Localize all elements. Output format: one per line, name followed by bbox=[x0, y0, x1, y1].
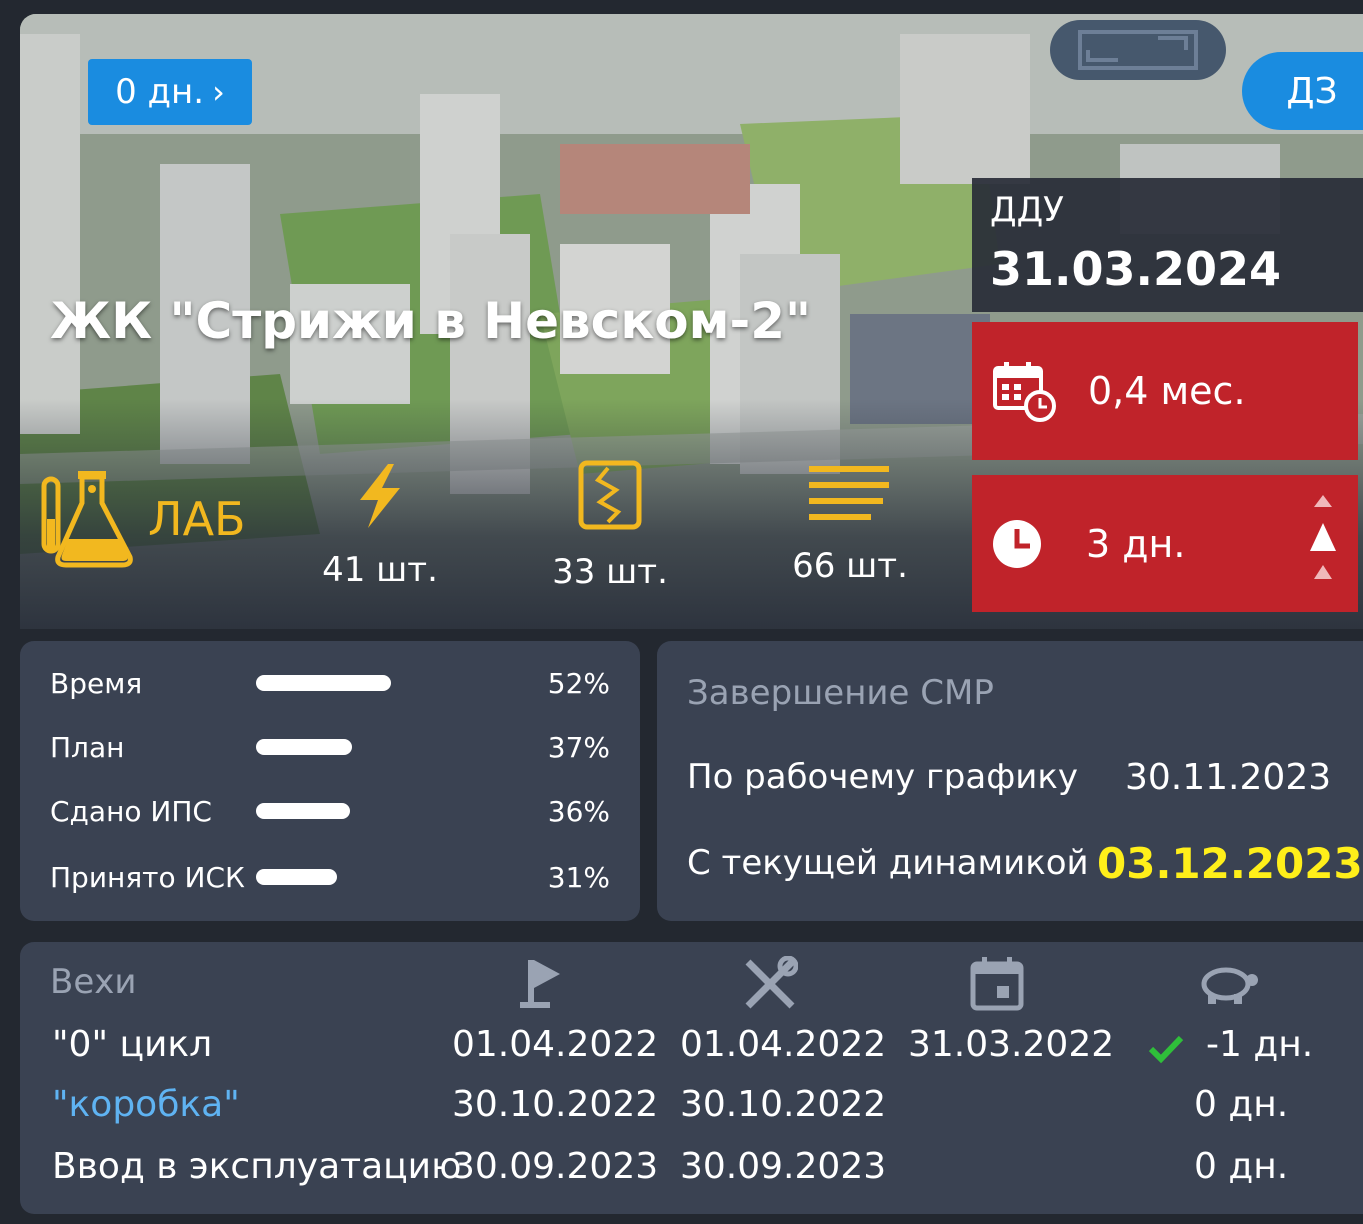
progress-track bbox=[256, 869, 506, 885]
lab-label: ЛАБ bbox=[148, 492, 246, 546]
progress-label: Время bbox=[50, 666, 143, 700]
milestone-work-date: 01.04.2022 bbox=[680, 1024, 887, 1065]
milestone-name-link[interactable]: "коробка" bbox=[52, 1084, 240, 1125]
progress-track bbox=[256, 739, 506, 755]
progress-label: План bbox=[50, 730, 125, 764]
trend-up-icon bbox=[1310, 495, 1336, 579]
fullscreen-icon bbox=[1078, 30, 1198, 70]
lines-list-icon bbox=[809, 466, 889, 520]
milestone-plan-date: 30.09.2023 bbox=[452, 1146, 659, 1187]
progress-row-plan: План 37% bbox=[50, 727, 610, 767]
milestone-actual-date: 31.03.2022 bbox=[908, 1024, 1115, 1065]
smr-title: Завершение СМР bbox=[687, 673, 994, 713]
calendar-icon bbox=[970, 957, 1024, 1011]
progress-percent: 36% bbox=[547, 794, 610, 828]
turtle-icon bbox=[1201, 967, 1258, 1004]
milestones-title: Вехи bbox=[50, 962, 137, 1002]
cracked-wall-icon bbox=[578, 460, 642, 530]
progress-row-ips: Сдано ИПС 36% bbox=[50, 791, 610, 831]
smr-dynamics-date: 03.12.2023 bbox=[1097, 839, 1363, 888]
dz-button[interactable]: ДЗ bbox=[1242, 52, 1363, 130]
milestone-work-date: 30.09.2023 bbox=[680, 1146, 887, 1187]
lightning-icon bbox=[360, 464, 400, 528]
lab-indicator[interactable]: ЛАБ bbox=[40, 469, 246, 569]
stat-cracks-value: 33 шт. bbox=[552, 552, 668, 592]
milestones-panel: Вехи "0" цикл 01.04.2022 01.04.2022 31.0… bbox=[20, 942, 1363, 1214]
progress-bar bbox=[256, 803, 350, 819]
stat-lightning[interactable]: 41 шт. bbox=[320, 464, 440, 590]
milestone-delta: -1 дн. bbox=[1206, 1024, 1314, 1065]
smr-schedule-date: 30.11.2023 bbox=[1125, 757, 1332, 798]
delay-months-card[interactable]: 0,4 мес. bbox=[972, 322, 1358, 460]
progress-percent: 37% bbox=[547, 730, 610, 764]
smr-schedule-label: По рабочему графику bbox=[687, 757, 1079, 797]
ddu-card: ДДУ 31.03.2024 bbox=[972, 178, 1363, 312]
milestone-delta: 0 дн. bbox=[1194, 1146, 1289, 1187]
progress-bar bbox=[256, 869, 337, 885]
milestone-work-date: 30.10.2022 bbox=[680, 1084, 887, 1125]
progress-percent: 52% bbox=[547, 666, 610, 700]
delay-days-value: 3 дн. bbox=[1086, 521, 1186, 566]
milestone-name: Ввод в эксплуатацию bbox=[52, 1146, 462, 1187]
ddu-date: 31.03.2024 bbox=[990, 242, 1282, 296]
stat-lines-value: 66 шт. bbox=[792, 546, 908, 586]
stat-lightning-value: 41 шт. bbox=[322, 550, 438, 590]
milestone-delta: 0 дн. bbox=[1194, 1084, 1289, 1125]
progress-bar bbox=[256, 739, 353, 755]
lab-flask-icon bbox=[41, 471, 133, 568]
milestone-plan-date: 01.04.2022 bbox=[452, 1024, 659, 1065]
progress-row-time: Время 52% bbox=[50, 663, 610, 703]
flag-icon bbox=[520, 960, 560, 1008]
progress-track bbox=[256, 675, 506, 691]
clock-icon bbox=[993, 519, 1041, 568]
progress-label: Принято ИСК bbox=[50, 860, 245, 894]
days-button[interactable]: 0 дн. › bbox=[88, 59, 252, 125]
smr-completion-panel: Завершение СМР По рабочему графику 30.11… bbox=[657, 641, 1363, 921]
dz-button-label: ДЗ bbox=[1286, 70, 1338, 112]
fullscreen-button[interactable] bbox=[1050, 20, 1226, 80]
milestone-name: "0" цикл bbox=[52, 1024, 213, 1065]
smr-dynamics-label: С текущей динамикой bbox=[687, 843, 1089, 883]
progress-bar bbox=[256, 675, 392, 691]
ddu-label: ДДУ bbox=[990, 190, 1064, 230]
stat-cracks[interactable]: 33 шт. bbox=[550, 460, 670, 592]
milestone-plan-date: 30.10.2022 bbox=[452, 1084, 659, 1125]
progress-track bbox=[256, 803, 506, 819]
delay-days-card[interactable]: 3 дн. bbox=[972, 475, 1358, 612]
check-icon bbox=[1148, 1035, 1184, 1064]
progress-percent: 31% bbox=[547, 860, 610, 894]
project-title: ЖК "Стрижи в Невском-2" bbox=[50, 292, 812, 350]
delay-months-value: 0,4 мес. bbox=[1088, 369, 1246, 413]
tools-icon bbox=[745, 956, 798, 1009]
calendar-clock-icon bbox=[993, 362, 1056, 422]
stat-lines[interactable]: 66 шт. bbox=[790, 464, 910, 586]
progress-row-isk: Принято ИСК 31% bbox=[50, 857, 610, 897]
progress-panel: Время 52% План 37% Сдано ИПС 36% Принято… bbox=[20, 641, 640, 921]
chevron-right-icon: › bbox=[212, 73, 225, 111]
progress-label: Сдано ИПС bbox=[50, 794, 212, 828]
days-button-label: 0 дн. bbox=[115, 72, 205, 112]
